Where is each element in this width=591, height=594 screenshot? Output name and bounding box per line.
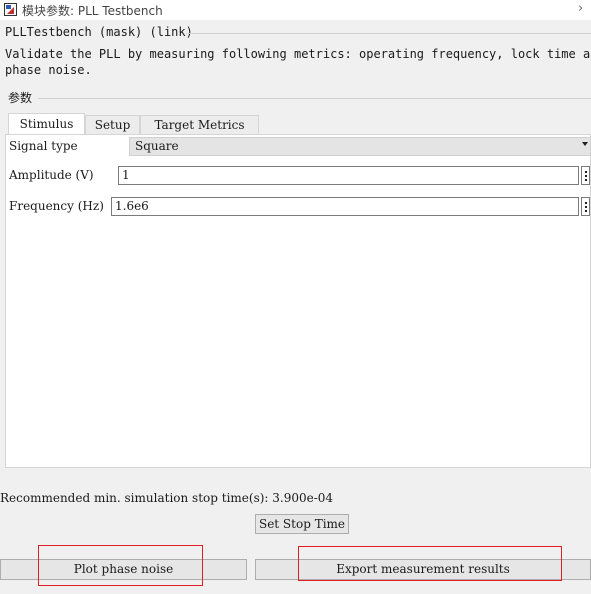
mask-header-divider xyxy=(186,33,591,34)
params-divider xyxy=(38,98,591,99)
set-stop-time-button[interactable]: Set Stop Time xyxy=(255,514,349,534)
recommended-stop-time-text: Recommended min. simulation stop time(s)… xyxy=(0,491,334,505)
frequency-more-options-icon[interactable] xyxy=(581,197,590,216)
params-group-label: 参数 xyxy=(8,91,33,105)
amplitude-more-options-icon[interactable] xyxy=(581,166,590,185)
frequency-label: Frequency (Hz) xyxy=(9,199,104,213)
signal-type-select[interactable]: Square xyxy=(129,137,591,156)
mask-description-line2: phase noise. xyxy=(5,63,92,77)
signal-type-value: Square xyxy=(135,139,179,153)
highlight-export-results xyxy=(298,546,562,581)
chevron-right-icon[interactable]: › xyxy=(578,1,583,16)
dropdown-arrow-icon xyxy=(582,142,588,146)
frequency-input[interactable]: 1.6e6 xyxy=(111,197,579,216)
window-title: 模块参数: PLL Testbench xyxy=(22,4,163,18)
mask-description-line1: Validate the PLL by measuring following … xyxy=(5,47,591,61)
title-bar: 模块参数: PLL Testbench › xyxy=(0,0,591,20)
amplitude-input[interactable]: 1 xyxy=(118,166,579,185)
tab-setup[interactable]: Setup xyxy=(85,115,140,134)
tab-target-metrics[interactable]: Target Metrics xyxy=(140,115,259,134)
mask-header: PLLTestbench (mask) (link) xyxy=(5,25,193,39)
signal-type-label: Signal type xyxy=(9,139,78,153)
block-icon xyxy=(4,3,17,16)
amplitude-label: Amplitude (V) xyxy=(9,168,94,182)
tab-stimulus[interactable]: Stimulus xyxy=(8,113,85,135)
highlight-plot-phase-noise xyxy=(38,545,203,586)
